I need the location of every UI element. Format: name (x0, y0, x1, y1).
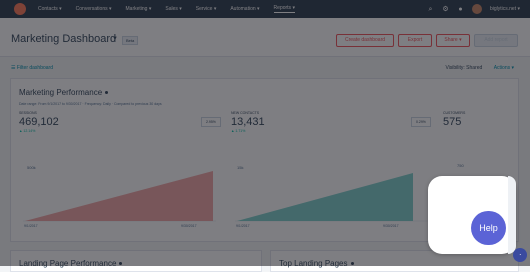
filter-bar: ☰ Filter dashboard Visibility: Shared Ac… (0, 57, 530, 77)
sessions-chart: 500k 9/1/2017 9/30/2017 (23, 165, 216, 228)
settings-icon[interactable]: ⚙ (442, 6, 449, 13)
create-dashboard-button[interactable]: Create dashboard (336, 34, 394, 47)
info-icon[interactable] (350, 262, 354, 266)
account-menu[interactable]: biglytics.net ▾ (490, 6, 520, 12)
card-title: Marketing Performance (19, 88, 109, 97)
export-button[interactable]: Export (398, 34, 432, 47)
notifications-icon[interactable]: ● (457, 6, 464, 13)
kpi-value: 575 (443, 116, 462, 128)
landing-page-performance-card: Landing Page Performance (10, 250, 262, 272)
y-axis-label: 750 (457, 163, 464, 168)
help-panel[interactable] (428, 176, 516, 254)
kpi-value: 469,102 (19, 116, 59, 128)
x-axis-end: 9/30/2017 (181, 224, 197, 228)
hubspot-logo[interactable] (14, 3, 26, 15)
nav-sales[interactable]: Sales ▾ (165, 6, 181, 12)
help-button[interactable]: Help (471, 211, 506, 245)
kpi-pill: 2.95% (201, 117, 221, 127)
actions-menu[interactable]: Actions ▾ (494, 65, 514, 71)
kpi-customers: CUSTOMERS 575 (443, 111, 465, 128)
beta-badge: Beta (122, 36, 139, 45)
nav-contacts[interactable]: Contacts ▾ (38, 6, 62, 12)
x-axis-end: 9/30/2017 (383, 224, 399, 228)
filter-right: Visibility: Shared Actions ▾ (445, 65, 514, 71)
card-title: Landing Page Performance (19, 259, 123, 268)
x-axis-start: 9/1/2017 (236, 224, 250, 228)
avatar[interactable] (471, 4, 482, 14)
kpi-label: SESSIONS (19, 111, 37, 115)
visibility-setting[interactable]: Visibility: Shared (445, 65, 482, 71)
new-contacts-chart: 15k 9/1/2017 9/30/2017 (235, 165, 428, 228)
share-button[interactable]: Share ▾ (436, 34, 470, 47)
x-axis-start: 9/1/2017 (24, 224, 38, 228)
info-icon[interactable] (119, 262, 123, 266)
card-title-text: Marketing Performance (19, 88, 103, 97)
kpi-pill: 0.29% (411, 117, 431, 127)
kpi-value: 13,431 (231, 116, 265, 128)
card-title: Top Landing Pages (279, 259, 354, 268)
nav-automation[interactable]: Automation ▾ (230, 6, 259, 12)
page-title[interactable]: Marketing Dashboard (11, 33, 116, 45)
y-axis-label: 500k (27, 165, 36, 170)
kpi-label: NEW CONTACTS (231, 111, 260, 115)
chat-icon[interactable]: ◔ (513, 248, 527, 262)
nav-service[interactable]: Service ▾ (196, 6, 217, 12)
dashboard-header: Marketing Dashboard ▼ Beta Create dashbo… (0, 18, 530, 57)
filter-dashboard-link[interactable]: ☰ Filter dashboard (11, 65, 53, 71)
kpi-label: CUSTOMERS (443, 111, 466, 115)
nav-reports[interactable]: Reports ▾ (273, 5, 295, 13)
card-title-text: Landing Page Performance (19, 259, 117, 268)
sessions-area (25, 171, 213, 221)
report-meta: Date range: From 9/1/2017 to 9/30/2017 ·… (19, 102, 162, 106)
chevron-down-icon[interactable]: ▼ (112, 36, 118, 42)
top-navigation: Contacts ▾ Conversations ▾ Marketing ▾ S… (0, 0, 530, 18)
y-axis-label: 15k (237, 165, 243, 170)
nav-right-tools: ⌕ ⚙ ● biglytics.net ▾ (427, 0, 520, 18)
kpi-delta: ▲ 1.71% (231, 129, 246, 133)
kpi-delta: ▲ 12.14% (19, 129, 36, 133)
add-report-button[interactable]: Add report (474, 34, 518, 47)
card-title-text: Top Landing Pages (279, 259, 348, 268)
info-icon[interactable] (105, 91, 109, 95)
help-panel-edge (508, 176, 516, 254)
kpi-new-contacts: NEW CONTACTS 13,431 ▲ 1.71% (231, 111, 265, 133)
kpi-sessions: SESSIONS 469,102 ▲ 12.14% (19, 111, 59, 133)
new-contacts-area (237, 173, 413, 221)
nav-conversations[interactable]: Conversations ▾ (76, 6, 112, 12)
search-icon[interactable]: ⌕ (427, 6, 434, 13)
nav-marketing[interactable]: Marketing ▾ (126, 6, 152, 12)
